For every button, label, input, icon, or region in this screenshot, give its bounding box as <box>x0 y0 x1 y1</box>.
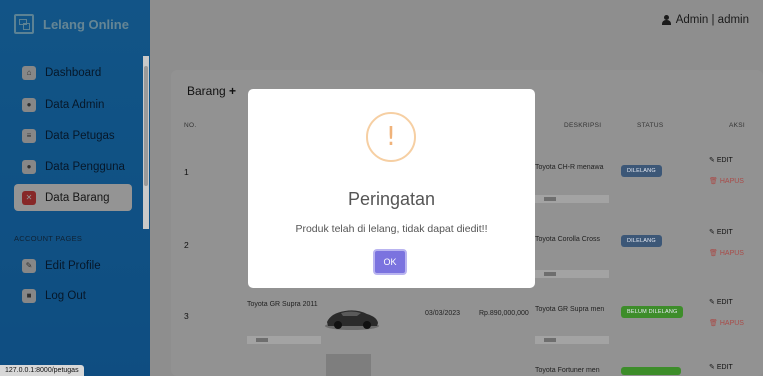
row2-deskripsi: Toyota Corolla Cross <box>535 236 600 243</box>
column-header-deskripsi: DESKRIPSI <box>564 122 602 129</box>
warning-icon: ! <box>366 112 416 162</box>
row3-deskripsi: Toyota GR Supra men <box>535 306 605 313</box>
row1-no: 1 <box>184 167 189 177</box>
edit-label: EDIT <box>716 364 733 371</box>
card-title-text: Barang <box>187 84 226 98</box>
row4-deskripsi: Toyota Fortuner men <box>535 367 600 374</box>
delete-label: HAPUS <box>719 320 744 327</box>
row3-tanggal: 03/03/2023 <box>425 310 461 317</box>
row1-status-badge: DILELANG <box>621 165 662 177</box>
row2-no: 2 <box>184 240 189 250</box>
add-icon[interactable]: + <box>229 84 236 98</box>
row4-status-badge <box>621 367 681 375</box>
row3-nama-scrollbar[interactable] <box>247 336 321 344</box>
delete-label: HAPUS <box>719 250 744 257</box>
column-header-no: NO. <box>184 122 197 129</box>
modal-message: Produk telah di lelang, tidak dapat died… <box>295 223 488 235</box>
modal-backdrop-sidebar <box>0 0 150 376</box>
row3-car-image <box>325 310 379 330</box>
column-header-status: STATUS <box>637 122 664 129</box>
status-url: 127.0.0.1:8000/petugas <box>0 365 84 376</box>
row3-status-badge: BELUM DILELANG <box>621 306 684 318</box>
delete-label: HAPUS <box>719 178 744 185</box>
row2-edit-button[interactable]: ✎ EDIT <box>709 228 733 236</box>
sidebar-scrollbar-thumb[interactable] <box>144 66 148 186</box>
column-header-aksi: AKSI <box>729 122 746 129</box>
row1-deskripsi-scrollbar[interactable] <box>535 195 609 203</box>
row2-delete-button[interactable]: 🗑 HAPUS <box>709 249 744 257</box>
row4-car-image <box>326 354 371 376</box>
row3-no: 3 <box>184 311 189 321</box>
row1-edit-button[interactable]: ✎ EDIT <box>709 156 733 164</box>
row1-delete-button[interactable]: 🗑 HAPUS <box>709 177 744 185</box>
sidebar: Lelang Online ⌂ Dashboard ● Data Admin ≡… <box>0 0 150 376</box>
row1-deskripsi: Toyota CH-R menawa <box>535 164 604 171</box>
row3-nama: Toyota GR Supra 2011 <box>247 301 318 308</box>
user-menu[interactable]: Admin | admin <box>661 14 749 26</box>
row2-deskripsi-scrollbar[interactable] <box>535 270 609 278</box>
ok-button[interactable]: OK <box>373 249 407 275</box>
row2-status-badge: DILELANG <box>621 235 662 247</box>
row3-harga: Rp.890,000,000 <box>479 310 529 317</box>
user-label: Admin | admin <box>675 14 749 26</box>
user-icon <box>661 15 671 25</box>
card-title: Barang + <box>187 84 236 98</box>
row3-deskripsi-scrollbar[interactable] <box>535 336 609 344</box>
warning-modal: ! Peringatan Produk telah di lelang, tid… <box>248 89 535 288</box>
edit-label: EDIT <box>716 157 733 164</box>
row3-edit-button[interactable]: ✎ EDIT <box>709 298 733 306</box>
row4-edit-button[interactable]: ✎ EDIT <box>709 363 733 371</box>
modal-title: Peringatan <box>347 189 436 209</box>
row3-delete-button[interactable]: 🗑 HAPUS <box>709 319 744 327</box>
edit-label: EDIT <box>716 299 733 306</box>
edit-label: EDIT <box>716 229 733 236</box>
